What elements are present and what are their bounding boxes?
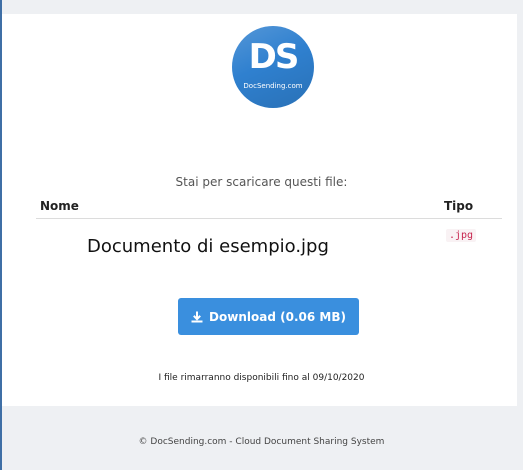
download-icon [191,311,203,322]
intro-text: Stai per scaricare questi file: [175,175,348,189]
column-header-name: Nome [40,199,79,213]
right-edge [517,0,523,470]
expiry-notice: I file rimarranno disponibili fino al 09… [158,373,365,383]
docsending-logo: DS DocSending.com [232,26,314,108]
column-header-type: Tipo [444,199,474,213]
page: DS DocSending.com Stai per scaricare que… [0,0,523,470]
header-divider [36,218,502,219]
logo-text: DocSending.com [243,82,303,90]
download-button-label: Download (0.06 MB) [209,309,346,324]
download-button[interactable]: Download (0.06 MB) [178,298,359,335]
left-border [0,0,2,470]
file-type-badge: .jpg [446,229,477,242]
file-name: Documento di esempio.jpg [87,236,329,257]
footer-text: © DocSending.com - Cloud Document Sharin… [138,437,385,447]
top-strip [0,0,523,14]
logo-letters: DS [248,37,300,77]
